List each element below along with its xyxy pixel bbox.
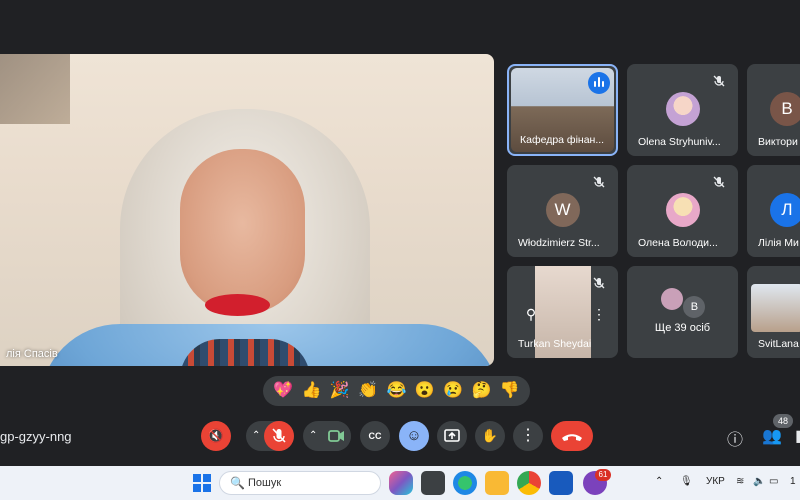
participant-avatar: Л: [770, 193, 800, 227]
participant-tile[interactable]: Кафедра фінан...: [507, 64, 618, 156]
participant-tile[interactable]: Олена Володи...: [627, 165, 738, 257]
mic-off-icon: [713, 75, 725, 87]
search-placeholder: Пошук: [248, 477, 282, 489]
captions-button[interactable]: CC: [360, 421, 390, 451]
reaction-clap[interactable]: 👏: [358, 383, 378, 399]
participant-avatar: В: [770, 92, 800, 126]
chevron-up-icon: ⌃: [252, 430, 261, 441]
pin-icon[interactable]: ⚲: [521, 306, 541, 326]
battery-icon[interactable]: ▭: [769, 476, 778, 487]
wall-art: [0, 54, 70, 124]
tray-mic-icon[interactable]: 🎙: [680, 476, 693, 487]
windows-taskbar: 🔍 Пошук ⌃ 🎙 УКР ≋ 🔈 ▭ 1: [0, 466, 800, 500]
word-icon[interactable]: [549, 471, 573, 495]
mic-off-icon: [593, 176, 605, 188]
volume-icon[interactable]: 🔈: [753, 476, 765, 487]
participant-name: Олена Володи...: [638, 237, 718, 249]
mic-off-icon: [593, 277, 605, 289]
edge-icon[interactable]: [453, 471, 477, 495]
main-speaker-tile[interactable]: лія Спасів: [0, 54, 494, 366]
participant-name: Кафедра фінан...: [520, 134, 605, 146]
reaction-thumbs-down[interactable]: 👎: [500, 383, 520, 399]
meet-control-bar: gp-gzyy-nng 🔇 ⌃ ⌃ CC ☺ ✋ ⋮ ⓘ 👥 48 ▮: [0, 408, 800, 466]
meeting-code: gp-gzyy-nng: [0, 429, 72, 444]
chrome-icon[interactable]: [517, 471, 541, 495]
task-view-icon[interactable]: [421, 471, 445, 495]
participant-name: Włodzimierz Str...: [518, 237, 600, 249]
chat-icon[interactable]: ▮: [795, 426, 800, 446]
reaction-heart[interactable]: 💖: [273, 383, 293, 399]
mic-off-icon: [264, 421, 294, 451]
speaker-off-icon: 🔇: [207, 428, 225, 443]
participant-avatar: W: [545, 193, 580, 227]
participant-video: [751, 284, 800, 332]
participant-tile[interactable]: Л Лілія Ми: [747, 165, 800, 257]
reaction-thinking[interactable]: 🤔: [472, 383, 492, 399]
participant-name: Olena Stryhuniv...: [638, 136, 721, 148]
chevron-up-icon: ⌃: [309, 430, 318, 441]
copilot-icon[interactable]: [389, 471, 413, 495]
tray-chevron-up-icon[interactable]: ⌃: [655, 476, 663, 487]
camera-icon: [321, 421, 351, 451]
participants-count-badge: 48: [773, 414, 793, 428]
more-vert-icon: ⋮: [520, 427, 536, 444]
participant-name: Виктори: [758, 136, 798, 148]
hangup-icon: [562, 434, 582, 441]
wifi-icon[interactable]: ≋: [736, 476, 744, 487]
speaker-lips: [205, 294, 270, 316]
participant-avatar: [661, 288, 683, 310]
participant-avatar: [665, 193, 700, 227]
speaker-face: [180, 149, 305, 314]
speaking-indicator-icon: [588, 72, 610, 94]
raise-hand-icon: ✋: [481, 428, 499, 443]
taskbar-search[interactable]: 🔍 Пошук: [219, 471, 381, 495]
mic-off-icon: [713, 176, 725, 188]
emoji-reactions-button[interactable]: ☺: [399, 421, 429, 451]
meet-stage: лія Спасів Кафедра фінан... Olena Stryhu…: [0, 0, 800, 408]
raise-hand-button[interactable]: ✋: [475, 421, 505, 451]
participant-tile[interactable]: В Виктори: [747, 64, 800, 156]
camera-button[interactable]: ⌃: [303, 421, 351, 451]
reaction-surprised[interactable]: 😮: [415, 383, 435, 399]
participant-avatar: [665, 92, 700, 126]
participant-name: SvitLana: [758, 338, 799, 350]
more-participants-label: Ще 39 осіб: [654, 322, 711, 334]
captions-icon: CC: [368, 431, 382, 441]
reaction-party[interactable]: 🎉: [330, 383, 350, 399]
reactions-bar: 💖 👍 🎉 👏 😂 😮 😢 🤔 👎: [263, 376, 530, 406]
emoji-icon: ☺: [406, 427, 422, 444]
reaction-laugh[interactable]: 😂: [387, 383, 407, 399]
more-participants-tile[interactable]: В Ще 39 осіб: [627, 266, 738, 358]
present-button[interactable]: [437, 421, 467, 451]
participant-avatar: В: [683, 296, 706, 318]
meeting-info-icon[interactable]: ⓘ: [727, 426, 743, 450]
mic-button[interactable]: ⌃: [246, 421, 294, 451]
reaction-sad[interactable]: 😢: [443, 383, 463, 399]
participant-name: Turkan Sheydai: [518, 338, 592, 350]
main-speaker-name: лія Спасів: [6, 348, 58, 360]
participant-tile[interactable]: W Włodzimierz Str...: [507, 165, 618, 257]
participant-tile[interactable]: Olena Stryhuniv...: [627, 64, 738, 156]
participant-name: Лілія Ми: [758, 237, 799, 249]
speaker-mute-button[interactable]: 🔇: [201, 421, 231, 451]
windows-start-icon[interactable]: [190, 471, 214, 495]
language-indicator[interactable]: УКР: [706, 476, 725, 487]
clock[interactable]: 1: [790, 476, 796, 487]
present-screen-icon: [444, 429, 460, 442]
viber-notification-badge: 61: [595, 469, 611, 481]
people-icon[interactable]: 👥: [762, 426, 782, 446]
search-icon: 🔍: [230, 476, 245, 490]
leave-call-button[interactable]: [551, 421, 593, 451]
stacked-avatars: В: [661, 288, 706, 318]
file-explorer-icon[interactable]: [485, 471, 509, 495]
participant-tile[interactable]: SvitLana: [747, 266, 800, 358]
reaction-thumbs-up[interactable]: 👍: [302, 383, 322, 399]
more-options-icon[interactable]: ⋮: [589, 306, 609, 326]
more-options-button[interactable]: ⋮: [513, 421, 543, 451]
participant-tile[interactable]: ⚲ ⋮ Turkan Sheydai: [507, 266, 618, 358]
